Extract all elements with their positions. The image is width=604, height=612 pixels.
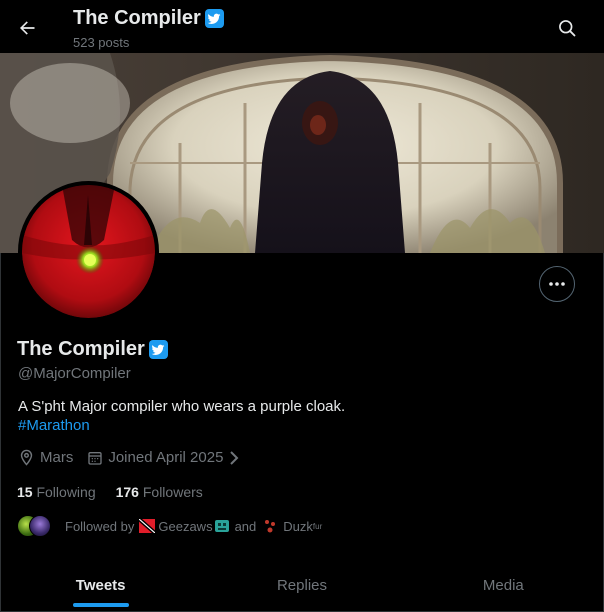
- profile-header: The Compiler 523 posts: [0, 0, 604, 53]
- more-dots-icon: [549, 282, 565, 286]
- location-pin-icon: [20, 449, 33, 466]
- back-button[interactable]: [10, 11, 44, 45]
- location-item: Mars: [18, 449, 73, 466]
- tab-media[interactable]: Media: [403, 558, 604, 612]
- follower-name-2[interactable]: Duzk: [283, 519, 313, 534]
- joined-text: Joined April 2025: [108, 449, 224, 466]
- bio-hashtag-link[interactable]: #Marathon: [18, 417, 90, 434]
- profile-name-row: The Compiler: [17, 338, 168, 361]
- follower-avatars: [17, 515, 51, 537]
- tab-replies[interactable]: Replies: [201, 558, 402, 612]
- profile-handle: @MajorCompiler: [18, 365, 131, 382]
- joined-item[interactable]: Joined April 2025: [87, 449, 240, 466]
- follower-name-1[interactable]: Geezaws: [158, 519, 212, 534]
- verified-badge-icon: [148, 340, 168, 359]
- profile-name: The Compiler: [17, 338, 145, 360]
- more-options-button[interactable]: [539, 266, 575, 302]
- follow-stats: 15 Following 176 Followers: [17, 484, 203, 500]
- follower-avatar: [29, 515, 51, 537]
- followed-by-prefix: Followed by: [65, 518, 135, 534]
- post-count: 523 posts: [73, 35, 130, 50]
- header-title: The Compiler: [73, 7, 201, 29]
- followers-label: Followers: [142, 484, 203, 500]
- tab-tweets[interactable]: Tweets: [0, 558, 201, 612]
- search-button[interactable]: [552, 13, 582, 43]
- robot-emoji-icon: [214, 520, 229, 532]
- followed-by-and: and: [234, 518, 257, 534]
- following-label: Following: [36, 484, 96, 500]
- followers-link[interactable]: 176 Followers: [116, 484, 203, 500]
- profile-meta: Mars Joined April 2025: [18, 449, 240, 466]
- arrow-left-icon: [20, 21, 35, 35]
- followed-by-row[interactable]: Followed by Geezaws and Duzk fur: [17, 515, 322, 537]
- avatar[interactable]: [18, 181, 159, 322]
- following-count: 15: [17, 484, 33, 500]
- flag-icon: [139, 519, 156, 533]
- profile-bio: A S'pht Major compiler who wears a purpl…: [18, 398, 346, 415]
- location-text: Mars: [40, 449, 74, 466]
- chevron-right-icon: [230, 450, 239, 465]
- following-link[interactable]: 15 Following: [17, 484, 96, 500]
- search-icon: [559, 20, 576, 37]
- header-title-row: The Compiler: [73, 7, 224, 30]
- followers-count: 176: [115, 484, 139, 500]
- profile-tabs: Tweets Replies Media: [0, 558, 604, 612]
- calendar-icon: [88, 451, 103, 465]
- verified-badge-icon: [204, 9, 224, 28]
- paw-emoji-icon: [265, 520, 276, 533]
- follower-name-2-sup: fur: [312, 521, 323, 531]
